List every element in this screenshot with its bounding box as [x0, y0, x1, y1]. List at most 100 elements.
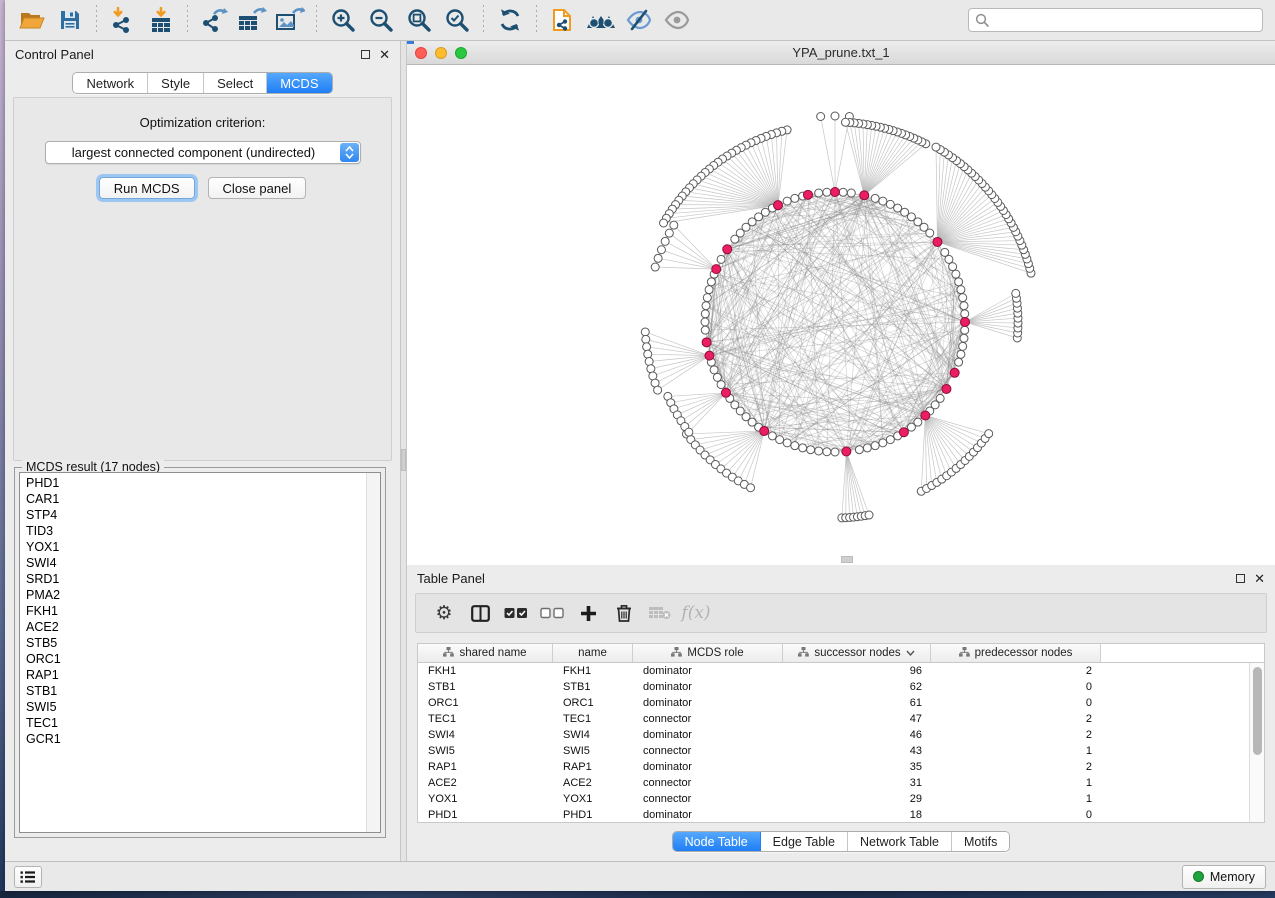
run-mcds-button[interactable]: Run MCDS	[99, 177, 195, 199]
mcds-result-item[interactable]: YOX1	[26, 539, 360, 555]
table-tabs: Node TableEdge TableNetwork TableMotifs	[407, 831, 1275, 852]
apply-layout-icon[interactable]	[493, 3, 527, 37]
export-image-icon[interactable]	[273, 3, 307, 37]
memory-button[interactable]: Memory	[1182, 865, 1266, 889]
table-row[interactable]: PHD1PHD1dominator180	[418, 807, 1264, 822]
cell-successor_nodes: 43	[783, 745, 931, 757]
mcds-result-item[interactable]: CAR1	[26, 491, 360, 507]
deselect-all-icon[interactable]	[534, 597, 570, 629]
mcds-result-item[interactable]: STB1	[26, 683, 360, 699]
delete-column-icon[interactable]	[606, 597, 642, 629]
open-session-file-icon[interactable]	[546, 3, 580, 37]
close-table-panel-icon[interactable]: ✕	[1254, 572, 1265, 585]
mcds-result-item[interactable]: TEC1	[26, 715, 360, 731]
float-table-panel-icon[interactable]	[1236, 574, 1245, 583]
close-panel-button[interactable]: Close panel	[208, 177, 307, 199]
table-body: FKH1FKH1dominator962STB1STB1dominator620…	[418, 663, 1264, 822]
open-file-icon[interactable]	[15, 3, 49, 37]
delete-table-icon[interactable]	[642, 597, 678, 629]
table-row[interactable]: ORC1ORC1dominator610	[418, 695, 1264, 711]
mcds-result-item[interactable]: STP4	[26, 507, 360, 523]
mcds-result-item[interactable]: GCR1	[26, 731, 360, 747]
column-header-predecessor-nodes[interactable]: predecessor nodes	[931, 644, 1101, 662]
close-panel-icon[interactable]: ✕	[379, 48, 390, 61]
hierarchy-icon	[798, 647, 809, 660]
add-column-icon[interactable]	[570, 597, 606, 629]
splitter-grip[interactable]	[401, 449, 406, 471]
table-tab-edge-table[interactable]: Edge Table	[761, 832, 848, 851]
export-network-icon[interactable]	[197, 3, 231, 37]
mcds-result-item[interactable]: STB5	[26, 635, 360, 651]
hide-graphics-details-icon[interactable]	[622, 3, 656, 37]
table-settings-icon[interactable]: ⚙	[426, 597, 462, 629]
zoom-selected-icon[interactable]	[440, 3, 474, 37]
cell-mcds_role: connector	[633, 713, 783, 725]
show-graphics-details-icon[interactable]	[660, 3, 694, 37]
table-row[interactable]: SWI5SWI5connector431	[418, 743, 1264, 759]
column-header-name[interactable]: name	[553, 644, 633, 662]
table-row[interactable]: FKH1FKH1dominator962	[418, 663, 1264, 679]
mcds-result-item[interactable]: PMA2	[26, 587, 360, 603]
horizontal-splitter-grip[interactable]	[841, 556, 853, 563]
mcds-list-scrollbar[interactable]	[366, 473, 380, 832]
table-row[interactable]: TEC1TEC1connector472	[418, 711, 1264, 727]
network-window-titlebar[interactable]: YPA_prune.txt_1	[407, 41, 1275, 65]
function-builder-icon[interactable]: f(x)	[678, 597, 714, 629]
table-row[interactable]: YOX1YOX1connector291	[418, 791, 1264, 807]
column-header-shared-name[interactable]: shared name	[418, 644, 553, 662]
save-session-icon[interactable]	[53, 3, 87, 37]
export-table-icon[interactable]	[235, 3, 269, 37]
vertical-splitter[interactable]	[400, 41, 407, 861]
zoom-out-icon[interactable]	[364, 3, 398, 37]
table-tab-node-table[interactable]: Node Table	[673, 832, 761, 851]
table-row[interactable]: RAP1RAP1dominator352	[418, 759, 1264, 775]
tab-style[interactable]: Style	[148, 73, 204, 93]
criterion-dropdown[interactable]: largest connected component (undirected)	[45, 141, 361, 164]
import-table-icon[interactable]	[144, 3, 178, 37]
task-history-button[interactable]	[14, 866, 42, 888]
cell-predecessor_nodes: 0	[931, 681, 1101, 693]
zoom-fit-icon[interactable]	[402, 3, 436, 37]
mcds-result-item[interactable]: ORC1	[26, 651, 360, 667]
select-all-icon[interactable]	[498, 597, 534, 629]
table-tab-network-table[interactable]: Network Table	[848, 832, 952, 851]
table-tab-motifs[interactable]: Motifs	[952, 832, 1009, 851]
cell-successor_nodes: 31	[783, 777, 931, 789]
control-panel-tabs: NetworkStyleSelectMCDS	[5, 72, 400, 94]
show-columns-icon[interactable]	[462, 597, 498, 629]
mcds-result-item[interactable]: SWI4	[26, 555, 360, 571]
import-network-icon[interactable]	[106, 3, 140, 37]
mcds-result-item[interactable]: FKH1	[26, 603, 360, 619]
mcds-result-item[interactable]: TID3	[26, 523, 360, 539]
cell-shared_name: TEC1	[418, 713, 553, 725]
hierarchy-icon	[959, 647, 970, 660]
float-panel-icon[interactable]	[361, 50, 370, 59]
mcds-result-list[interactable]: PHD1CAR1STP4TID3YOX1SWI4SRD1PMA2FKH1ACE2…	[19, 472, 381, 833]
cell-shared_name: ACE2	[418, 777, 553, 789]
tab-network[interactable]: Network	[73, 73, 148, 93]
cell-predecessor_nodes: 1	[931, 745, 1101, 757]
mcds-result-item[interactable]: PHD1	[26, 475, 360, 491]
cell-mcds_role: connector	[633, 793, 783, 805]
mcds-result-item[interactable]: SRD1	[26, 571, 360, 587]
table-row[interactable]: SWI4SWI4dominator462	[418, 727, 1264, 743]
table-scrollbar[interactable]	[1249, 663, 1264, 822]
cell-name: ACE2	[553, 777, 633, 789]
mcds-result-item[interactable]: SWI5	[26, 699, 360, 715]
network-canvas[interactable]	[407, 65, 1275, 565]
zoom-in-icon[interactable]	[326, 3, 360, 37]
search-input[interactable]	[968, 8, 1263, 32]
table-scrollbar-thumb[interactable]	[1253, 667, 1262, 755]
mcds-result-item[interactable]: ACE2	[26, 619, 360, 635]
cell-predecessor_nodes: 2	[931, 713, 1101, 725]
table-row[interactable]: STB1STB1dominator620	[418, 679, 1264, 695]
table-row[interactable]: ACE2ACE2connector311	[418, 775, 1264, 791]
mcds-result-item[interactable]: RAP1	[26, 667, 360, 683]
column-header-MCDS-role[interactable]: MCDS role	[633, 644, 783, 662]
cell-predecessor_nodes: 1	[931, 793, 1101, 805]
column-header-successor-nodes[interactable]: successor nodes	[783, 644, 931, 662]
cell-name: ORC1	[553, 697, 633, 709]
tab-select[interactable]: Select	[204, 73, 267, 93]
search-network-icon[interactable]	[584, 3, 618, 37]
tab-mcds[interactable]: MCDS	[267, 73, 331, 93]
